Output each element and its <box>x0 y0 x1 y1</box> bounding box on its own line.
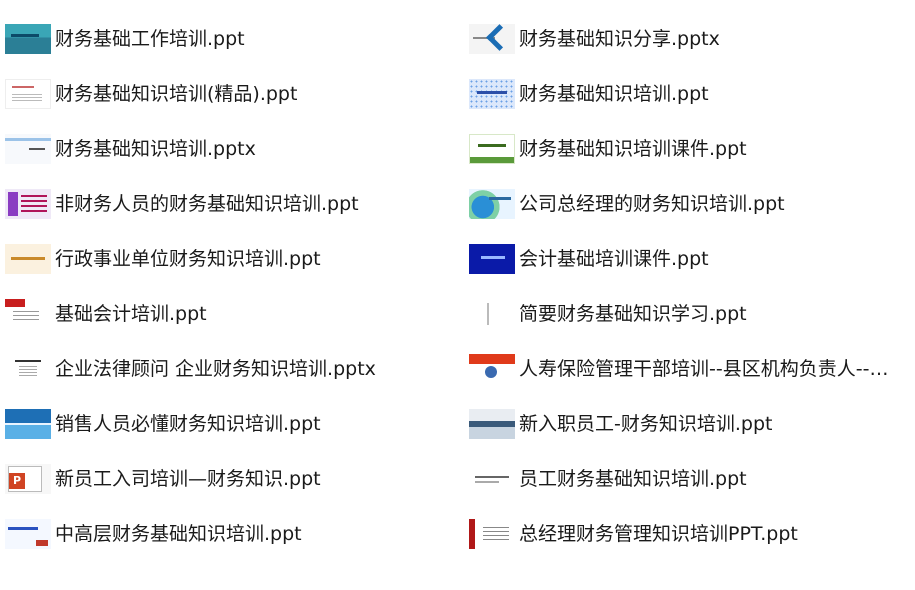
file-item[interactable]: 中高层财务基础知识培训.ppt <box>5 506 460 561</box>
file-name: 财务基础工作培训.ppt <box>55 27 245 50</box>
file-column-left: 财务基础工作培训.ppt 财务基础知识培训(精品).ppt 财务基础知识培训.p… <box>5 11 460 561</box>
slide-thumbnail-icon <box>5 188 51 219</box>
file-item[interactable]: 简要财务基础知识学习.ppt <box>469 286 909 341</box>
file-item[interactable]: 新入职员工-财务知识培训.ppt <box>469 396 909 451</box>
file-name: 新入职员工-财务知识培训.ppt <box>519 412 773 435</box>
file-name: 新员工入司培训—财务知识.ppt <box>55 467 321 490</box>
file-item[interactable]: 财务基础知识培训.pptx <box>5 121 460 176</box>
file-name: 总经理财务管理知识培训PPT.ppt <box>519 522 798 545</box>
file-item[interactable]: 财务基础知识分享.pptx <box>469 11 909 66</box>
slide-thumbnail-icon <box>469 188 515 219</box>
file-item[interactable]: 财务基础知识培训(精品).ppt <box>5 66 460 121</box>
slide-thumbnail-icon <box>5 298 51 329</box>
slide-thumbnail-icon <box>5 23 51 54</box>
file-item[interactable]: 销售人员必懂财务知识培训.ppt <box>5 396 460 451</box>
file-name: 财务基础知识培训(精品).ppt <box>55 82 298 105</box>
file-item[interactable]: 总经理财务管理知识培训PPT.ppt <box>469 506 909 561</box>
file-name: 财务基础知识分享.pptx <box>519 27 720 50</box>
slide-thumbnail-icon <box>469 353 515 384</box>
file-name: 企业法律顾问 企业财务知识培训.pptx <box>55 357 376 380</box>
file-item[interactable]: 会计基础培训课件.ppt <box>469 231 909 286</box>
file-list: 财务基础工作培训.ppt 财务基础知识培训(精品).ppt 财务基础知识培训.p… <box>0 0 915 590</box>
file-column-right: 财务基础知识分享.pptx 财务基础知识培训.ppt 财务基础知识培训课件.pp… <box>469 11 909 561</box>
file-name: 简要财务基础知识学习.ppt <box>519 302 747 325</box>
file-name: 非财务人员的财务基础知识培训.ppt <box>55 192 359 215</box>
file-name: 人寿保险管理干部培训--县区机构负责人--基... <box>519 357 891 380</box>
file-name: 财务基础知识培训课件.ppt <box>519 137 747 160</box>
file-name: 公司总经理的财务知识培训.ppt <box>519 192 785 215</box>
slide-thumbnail-icon <box>5 243 51 274</box>
slide-thumbnail-icon <box>469 408 515 439</box>
file-name: 员工财务基础知识培训.ppt <box>519 467 747 490</box>
file-item[interactable]: 基础会计培训.ppt <box>5 286 460 341</box>
slide-thumbnail-icon <box>469 463 515 494</box>
file-item[interactable]: 企业法律顾问 企业财务知识培训.pptx <box>5 341 460 396</box>
file-name: 财务基础知识培训.pptx <box>55 137 256 160</box>
slide-thumbnail-icon <box>5 133 51 164</box>
file-item[interactable]: 财务基础知识培训课件.ppt <box>469 121 909 176</box>
slide-thumbnail-icon <box>469 518 515 549</box>
slide-thumbnail-icon <box>5 408 51 439</box>
file-item[interactable]: 财务基础知识培训.ppt <box>469 66 909 121</box>
file-name: 财务基础知识培训.ppt <box>519 82 709 105</box>
slide-thumbnail-icon <box>469 78 515 109</box>
file-item[interactable]: 新员工入司培训—财务知识.ppt <box>5 451 460 506</box>
file-name: 基础会计培训.ppt <box>55 302 207 325</box>
slide-thumbnail-icon <box>469 133 515 164</box>
slide-thumbnail-icon <box>5 78 51 109</box>
file-name: 会计基础培训课件.ppt <box>519 247 709 270</box>
file-item[interactable]: 人寿保险管理干部培训--县区机构负责人--基... <box>469 341 909 396</box>
slide-thumbnail-icon <box>469 298 515 329</box>
file-name: 行政事业单位财务知识培训.ppt <box>55 247 321 270</box>
slide-thumbnail-icon <box>5 518 51 549</box>
file-name: 中高层财务基础知识培训.ppt <box>55 522 302 545</box>
file-item[interactable]: 行政事业单位财务知识培训.ppt <box>5 231 460 286</box>
file-item[interactable]: 公司总经理的财务知识培训.ppt <box>469 176 909 231</box>
file-item[interactable]: 非财务人员的财务基础知识培训.ppt <box>5 176 460 231</box>
file-name: 销售人员必懂财务知识培训.ppt <box>55 412 321 435</box>
file-item[interactable]: 员工财务基础知识培训.ppt <box>469 451 909 506</box>
file-item[interactable]: 财务基础工作培训.ppt <box>5 11 460 66</box>
slide-thumbnail-icon <box>5 353 51 384</box>
slide-thumbnail-icon <box>469 23 515 54</box>
ppt-file-icon <box>5 463 51 494</box>
slide-thumbnail-icon <box>469 243 515 274</box>
